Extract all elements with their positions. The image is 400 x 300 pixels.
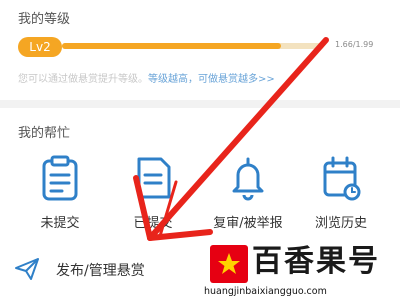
level-hint-text: 您可以通过做悬赏提升等级。 <box>18 74 148 85</box>
clipboard-icon <box>42 155 78 201</box>
level-badge: Lv2 <box>18 37 62 57</box>
level-hint: 您可以通过做悬赏提升等级。等级越高，可做悬赏越多>> <box>18 70 275 85</box>
level-section: 我的等级 Lv2 1.66/1.99 您可以通过做悬赏提升等级。等级越高，可做悬… <box>0 0 400 100</box>
help-title: 我的帮忙 <box>18 126 71 141</box>
watermark: 百香果号 huangjinbaixiangguo.com <box>200 240 400 300</box>
section-divider <box>0 100 400 108</box>
level-progress-fill <box>62 43 281 49</box>
help-item-label: 浏览历史 <box>314 216 367 231</box>
level-progress-bar <box>62 43 324 49</box>
document-icon <box>137 157 171 199</box>
publish-manage-label: 发布/管理悬赏 <box>56 263 145 279</box>
help-grid: 未提交 已提交 复审/被举报 浏览历史 <box>0 155 400 235</box>
paper-plane-icon <box>15 258 39 280</box>
watermark-title: 百香果号 <box>252 244 380 279</box>
bell-icon <box>232 157 264 201</box>
help-item-history[interactable]: 浏览历史 <box>296 155 386 235</box>
star-icon <box>218 253 240 274</box>
watermark-url: huangjinbaixiangguo.com <box>204 286 327 297</box>
level-hint-link[interactable]: 等级越高，可做悬赏越多>> <box>148 74 275 85</box>
level-progress-text: 1.66/1.99 <box>335 40 374 49</box>
calendar-clock-icon <box>323 156 361 201</box>
level-title: 我的等级 <box>18 12 71 27</box>
watermark-logo <box>210 245 248 283</box>
